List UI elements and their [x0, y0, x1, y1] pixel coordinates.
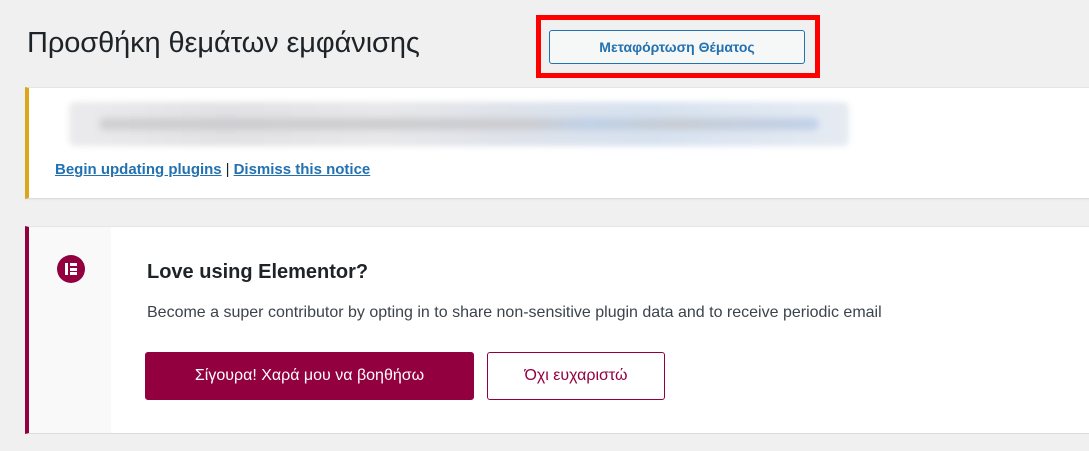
- elementor-logo-icon: [57, 255, 85, 283]
- update-plugins-notice: Begin updating plugins | Dismiss this noti…: [25, 87, 1089, 199]
- begin-updating-plugins-link[interactable]: Begin updating plugins: [55, 161, 222, 178]
- opt-in-accept-button[interactable]: Σίγουρα! Χαρά μου να βοηθήσω: [145, 352, 474, 400]
- page-header: Προσθήκη θεμάτων εμφάνισης: [27, 27, 420, 60]
- opt-in-decline-button[interactable]: Όχι ευχαριστώ: [487, 352, 665, 400]
- elementor-notice-title: Love using Elementor?: [147, 261, 369, 283]
- blurred-notice-text: [69, 102, 849, 146]
- page-title: Προσθήκη θεμάτων εμφάνισης: [27, 27, 420, 59]
- wp-admin-page: Προσθήκη θεμάτων εμφάνισης Μεταφόρτωση Θ…: [0, 0, 1089, 451]
- notice-links: Begin updating plugins | Dismiss this noti…: [55, 161, 370, 178]
- dismiss-notice-link[interactable]: Dismiss this notice: [234, 161, 371, 178]
- elementor-optin-notice: Love using Elementor? Become a super con…: [25, 226, 1089, 434]
- notice-icon-column: [29, 227, 111, 433]
- upload-theme-button[interactable]: Μεταφόρτωση Θέματος: [549, 30, 805, 64]
- link-separator: |: [225, 161, 230, 178]
- elementor-notice-description: Become a super contributor by opting in …: [147, 304, 882, 321]
